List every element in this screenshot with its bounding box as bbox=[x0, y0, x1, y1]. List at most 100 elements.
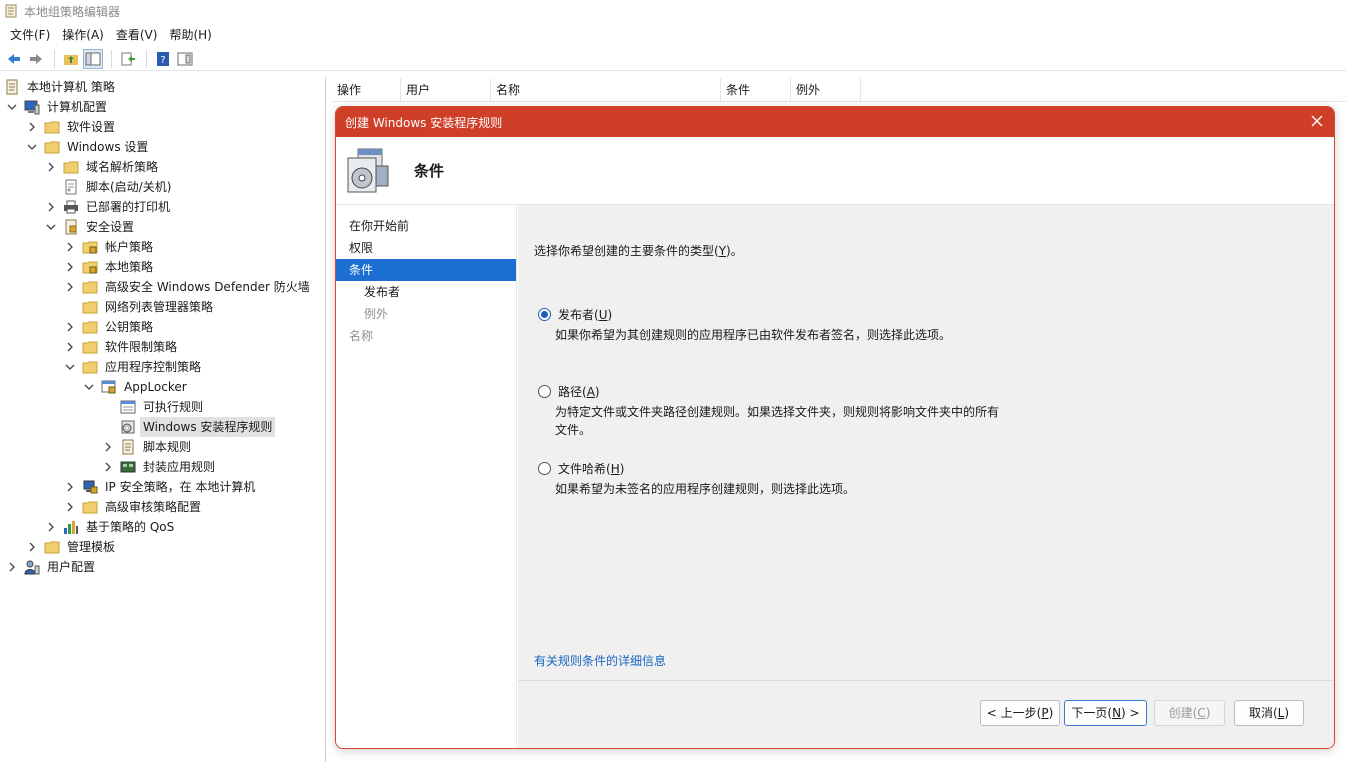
close-icon[interactable] bbox=[1310, 114, 1326, 130]
dialog-header: 条件 bbox=[336, 137, 1334, 205]
previous-button[interactable]: < 上一步(P) bbox=[980, 700, 1060, 726]
chevron-down-icon[interactable] bbox=[45, 221, 57, 233]
tree-item[interactable]: 本地计算机 策略 bbox=[4, 77, 118, 97]
option-label: 路径( bbox=[558, 384, 587, 399]
wizard-step-title: 条件 bbox=[414, 162, 445, 180]
export-list-icon[interactable] bbox=[118, 49, 138, 69]
chevron-right-icon[interactable] bbox=[64, 481, 76, 493]
tree-item[interactable]: 应用程序控制策略 bbox=[64, 357, 204, 377]
tree-item[interactable]: 已部署的打印机 bbox=[45, 197, 173, 217]
tree-item[interactable]: 软件限制策略 bbox=[64, 337, 180, 357]
tree-item[interactable]: 可执行规则 bbox=[102, 397, 206, 417]
radio-file-hash[interactable] bbox=[538, 461, 551, 475]
tree-item[interactable]: 帐户策略 bbox=[64, 237, 156, 257]
column-header-condition[interactable]: 条件 bbox=[721, 78, 791, 102]
wizard-step-conditions[interactable]: 条件 bbox=[336, 259, 516, 281]
radio-file-hash-label[interactable]: 文件哈希(H) bbox=[558, 460, 624, 477]
menu-file[interactable]: 文件(F) bbox=[4, 24, 56, 46]
button-access-key: P bbox=[1041, 706, 1049, 720]
tree-item[interactable]: 网络列表管理器策略 bbox=[64, 297, 216, 317]
chevron-down-icon[interactable] bbox=[26, 141, 38, 153]
folder-icon bbox=[44, 539, 60, 555]
tree-item[interactable]: 高级安全 Windows Defender 防火墙 bbox=[64, 277, 313, 297]
forward-icon[interactable] bbox=[26, 49, 46, 69]
chevron-right-icon[interactable] bbox=[26, 541, 38, 553]
chevron-right-icon[interactable] bbox=[64, 321, 76, 333]
radio-publisher[interactable] bbox=[538, 307, 551, 321]
tree-item-selected[interactable]: Windows 安装程序规则 bbox=[102, 417, 276, 437]
option-path-description: 为特定文件或文件夹路径创建规则。如果选择文件夹，则规则将影响文件夹中的所有文件。 bbox=[555, 405, 1000, 437]
chevron-right-icon[interactable] bbox=[64, 341, 76, 353]
radio-path[interactable] bbox=[538, 384, 551, 398]
tree-item-label: 软件设置 bbox=[67, 120, 116, 134]
tree-item[interactable]: 计算机配置 bbox=[6, 97, 110, 117]
toolbar-separator bbox=[111, 49, 112, 68]
tree-item[interactable]: 公钥策略 bbox=[64, 317, 156, 337]
chevron-down-icon[interactable] bbox=[64, 361, 76, 373]
tree-item[interactable]: 域名解析策略 bbox=[45, 157, 161, 177]
tree-item[interactable]: 管理模板 bbox=[26, 537, 118, 557]
chevron-right-icon[interactable] bbox=[64, 261, 76, 273]
radio-publisher-row[interactable]: 发布者(U) bbox=[538, 304, 1005, 324]
column-header-action[interactable]: 操作 bbox=[332, 78, 401, 102]
tree-item[interactable]: 封装应用规则 bbox=[102, 457, 218, 477]
tree-item[interactable]: Windows 设置 bbox=[26, 137, 151, 157]
tree-item-label: 帐户策略 bbox=[105, 240, 154, 254]
tree-item[interactable]: 脚本(启动/关机) bbox=[45, 177, 174, 197]
radio-publisher-label[interactable]: 发布者(U) bbox=[558, 306, 612, 323]
next-button[interactable]: 下一页(N) > bbox=[1064, 700, 1147, 726]
column-header-user[interactable]: 用户 bbox=[401, 78, 491, 102]
chevron-down-icon[interactable] bbox=[6, 101, 18, 113]
chevron-right-icon[interactable] bbox=[26, 121, 38, 133]
chevron-right-icon[interactable] bbox=[102, 461, 114, 473]
folder-icon bbox=[82, 359, 98, 375]
chevron-right-icon[interactable] bbox=[102, 441, 114, 453]
tree-item[interactable]: 用户配置 bbox=[6, 557, 98, 577]
wizard-step-publisher[interactable]: 发布者 bbox=[336, 281, 516, 303]
button-text-tail: ) bbox=[1048, 706, 1054, 720]
show-tree-icon[interactable] bbox=[83, 48, 103, 69]
tree-item[interactable]: 高级审核策略配置 bbox=[64, 497, 204, 517]
help-icon[interactable]: ? bbox=[153, 49, 173, 69]
prompt-access-key: Y bbox=[718, 244, 727, 258]
tree-item[interactable]: AppLocker bbox=[83, 377, 190, 397]
wizard-step-before-you-begin[interactable]: 在你开始前 bbox=[336, 215, 516, 237]
radio-path-row[interactable]: 路径(A) bbox=[538, 381, 1005, 401]
chevron-right-icon[interactable] bbox=[64, 281, 76, 293]
wizard-step-permissions[interactable]: 权限 bbox=[336, 237, 516, 259]
menu-help[interactable]: 帮助(H) bbox=[163, 24, 217, 46]
properties-icon[interactable] bbox=[175, 49, 195, 69]
conditions-help-link[interactable]: 有关规则条件的详细信息 bbox=[534, 652, 666, 669]
column-header-name[interactable]: 名称 bbox=[491, 78, 721, 102]
up-folder-icon[interactable] bbox=[61, 49, 81, 69]
create-button[interactable]: 创建(C) bbox=[1154, 700, 1225, 726]
chevron-right-icon[interactable] bbox=[45, 521, 57, 533]
chevron-down-icon[interactable] bbox=[83, 381, 95, 393]
tree-item-label: 已部署的打印机 bbox=[86, 200, 171, 214]
chevron-right-icon[interactable] bbox=[45, 161, 57, 173]
cancel-button[interactable]: 取消(L) bbox=[1234, 700, 1304, 726]
chevron-right-icon[interactable] bbox=[64, 241, 76, 253]
tree-item-label: 安全设置 bbox=[86, 220, 135, 234]
tree-item[interactable]: 安全设置 bbox=[45, 217, 137, 237]
tree-item-label: 高级安全 Windows Defender 防火墙 bbox=[105, 280, 310, 294]
menu-view[interactable]: 查看(V) bbox=[110, 24, 164, 46]
back-icon[interactable] bbox=[4, 49, 24, 69]
tree-item-label: 网络列表管理器策略 bbox=[105, 300, 214, 314]
tree-item[interactable]: 脚本规则 bbox=[102, 437, 194, 457]
chevron-right-icon[interactable] bbox=[45, 201, 57, 213]
dialog-titlebar: 创建 Windows 安装程序规则 bbox=[336, 107, 1334, 137]
tree-item[interactable]: 软件设置 bbox=[26, 117, 118, 137]
tree-item-label: IP 安全策略，在 本地计算机 bbox=[105, 480, 256, 494]
svg-text:?: ? bbox=[160, 55, 165, 66]
tree-item[interactable]: 本地策略 bbox=[64, 257, 156, 277]
menu-action[interactable]: 操作(A) bbox=[56, 24, 110, 46]
column-header-exception[interactable]: 例外 bbox=[791, 78, 861, 102]
tree-item-label: 基于策略的 QoS bbox=[86, 520, 175, 534]
tree-item[interactable]: 基于策略的 QoS bbox=[45, 517, 177, 537]
tree-item[interactable]: IP 安全策略，在 本地计算机 bbox=[64, 477, 258, 497]
radio-file-hash-row[interactable]: 文件哈希(H) bbox=[538, 458, 1005, 478]
radio-path-label[interactable]: 路径(A) bbox=[558, 383, 600, 400]
chevron-right-icon[interactable] bbox=[64, 501, 76, 513]
chevron-right-icon[interactable] bbox=[6, 561, 18, 573]
